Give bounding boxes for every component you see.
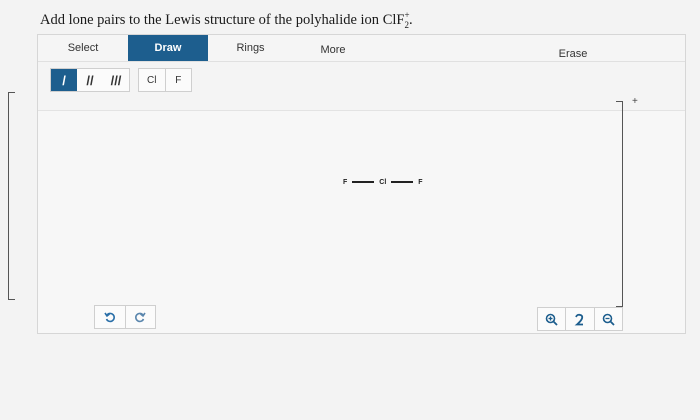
- single-bond-button[interactable]: /: [51, 69, 77, 91]
- atom-tool-group: Cl F: [138, 68, 192, 92]
- bond-left[interactable]: [352, 181, 375, 183]
- undo-button[interactable]: [95, 306, 125, 328]
- atom-right-f[interactable]: F: [418, 179, 422, 186]
- drawing-panel: Select Draw Rings More Erase / // /// Cl…: [37, 34, 686, 334]
- reset-zoom-button[interactable]: [565, 308, 593, 330]
- zoom-out-icon: [602, 313, 615, 326]
- page: Add lone pairs to the Lewis structure of…: [0, 0, 700, 420]
- draw-subtoolbar: / // /// Cl F: [38, 62, 685, 111]
- redo-icon: [135, 312, 146, 323]
- atom-left-f[interactable]: F: [343, 179, 347, 186]
- reset-zoom-icon: [575, 313, 584, 325]
- left-bracket: [8, 92, 15, 300]
- history-controls: [94, 305, 156, 329]
- zoom-in-button[interactable]: [538, 308, 565, 330]
- right-bracket: [616, 101, 623, 307]
- zoom-in-icon: [545, 313, 558, 326]
- question-text: Add lone pairs to the Lewis structure of…: [40, 10, 413, 30]
- undo-icon: [104, 312, 115, 323]
- ion-charge: +: [632, 96, 638, 107]
- double-bond-button[interactable]: //: [77, 69, 103, 91]
- tab-more[interactable]: More: [293, 37, 373, 63]
- zoom-out-button[interactable]: [593, 308, 622, 330]
- bond-tool-group: / // ///: [50, 68, 130, 92]
- redo-button[interactable]: [124, 306, 156, 328]
- atom-center-cl[interactable]: Cl: [379, 179, 386, 186]
- formula-base: ClF: [382, 11, 405, 28]
- tab-select[interactable]: Select: [38, 35, 128, 61]
- triple-bond-button[interactable]: ///: [103, 69, 129, 91]
- main-toolbar: Select Draw Rings More Erase: [38, 35, 685, 62]
- question-prefix: Add lone pairs to the Lewis structure of…: [40, 11, 383, 28]
- tab-draw[interactable]: Draw: [128, 35, 208, 61]
- lewis-structure[interactable]: F Cl F: [343, 175, 423, 189]
- bond-right[interactable]: [391, 181, 414, 183]
- tab-rings[interactable]: Rings: [208, 35, 293, 61]
- atom-f-button[interactable]: F: [164, 69, 192, 91]
- question-suffix: .: [409, 11, 413, 28]
- zoom-controls: [537, 307, 623, 331]
- atom-cl-button[interactable]: Cl: [139, 69, 165, 91]
